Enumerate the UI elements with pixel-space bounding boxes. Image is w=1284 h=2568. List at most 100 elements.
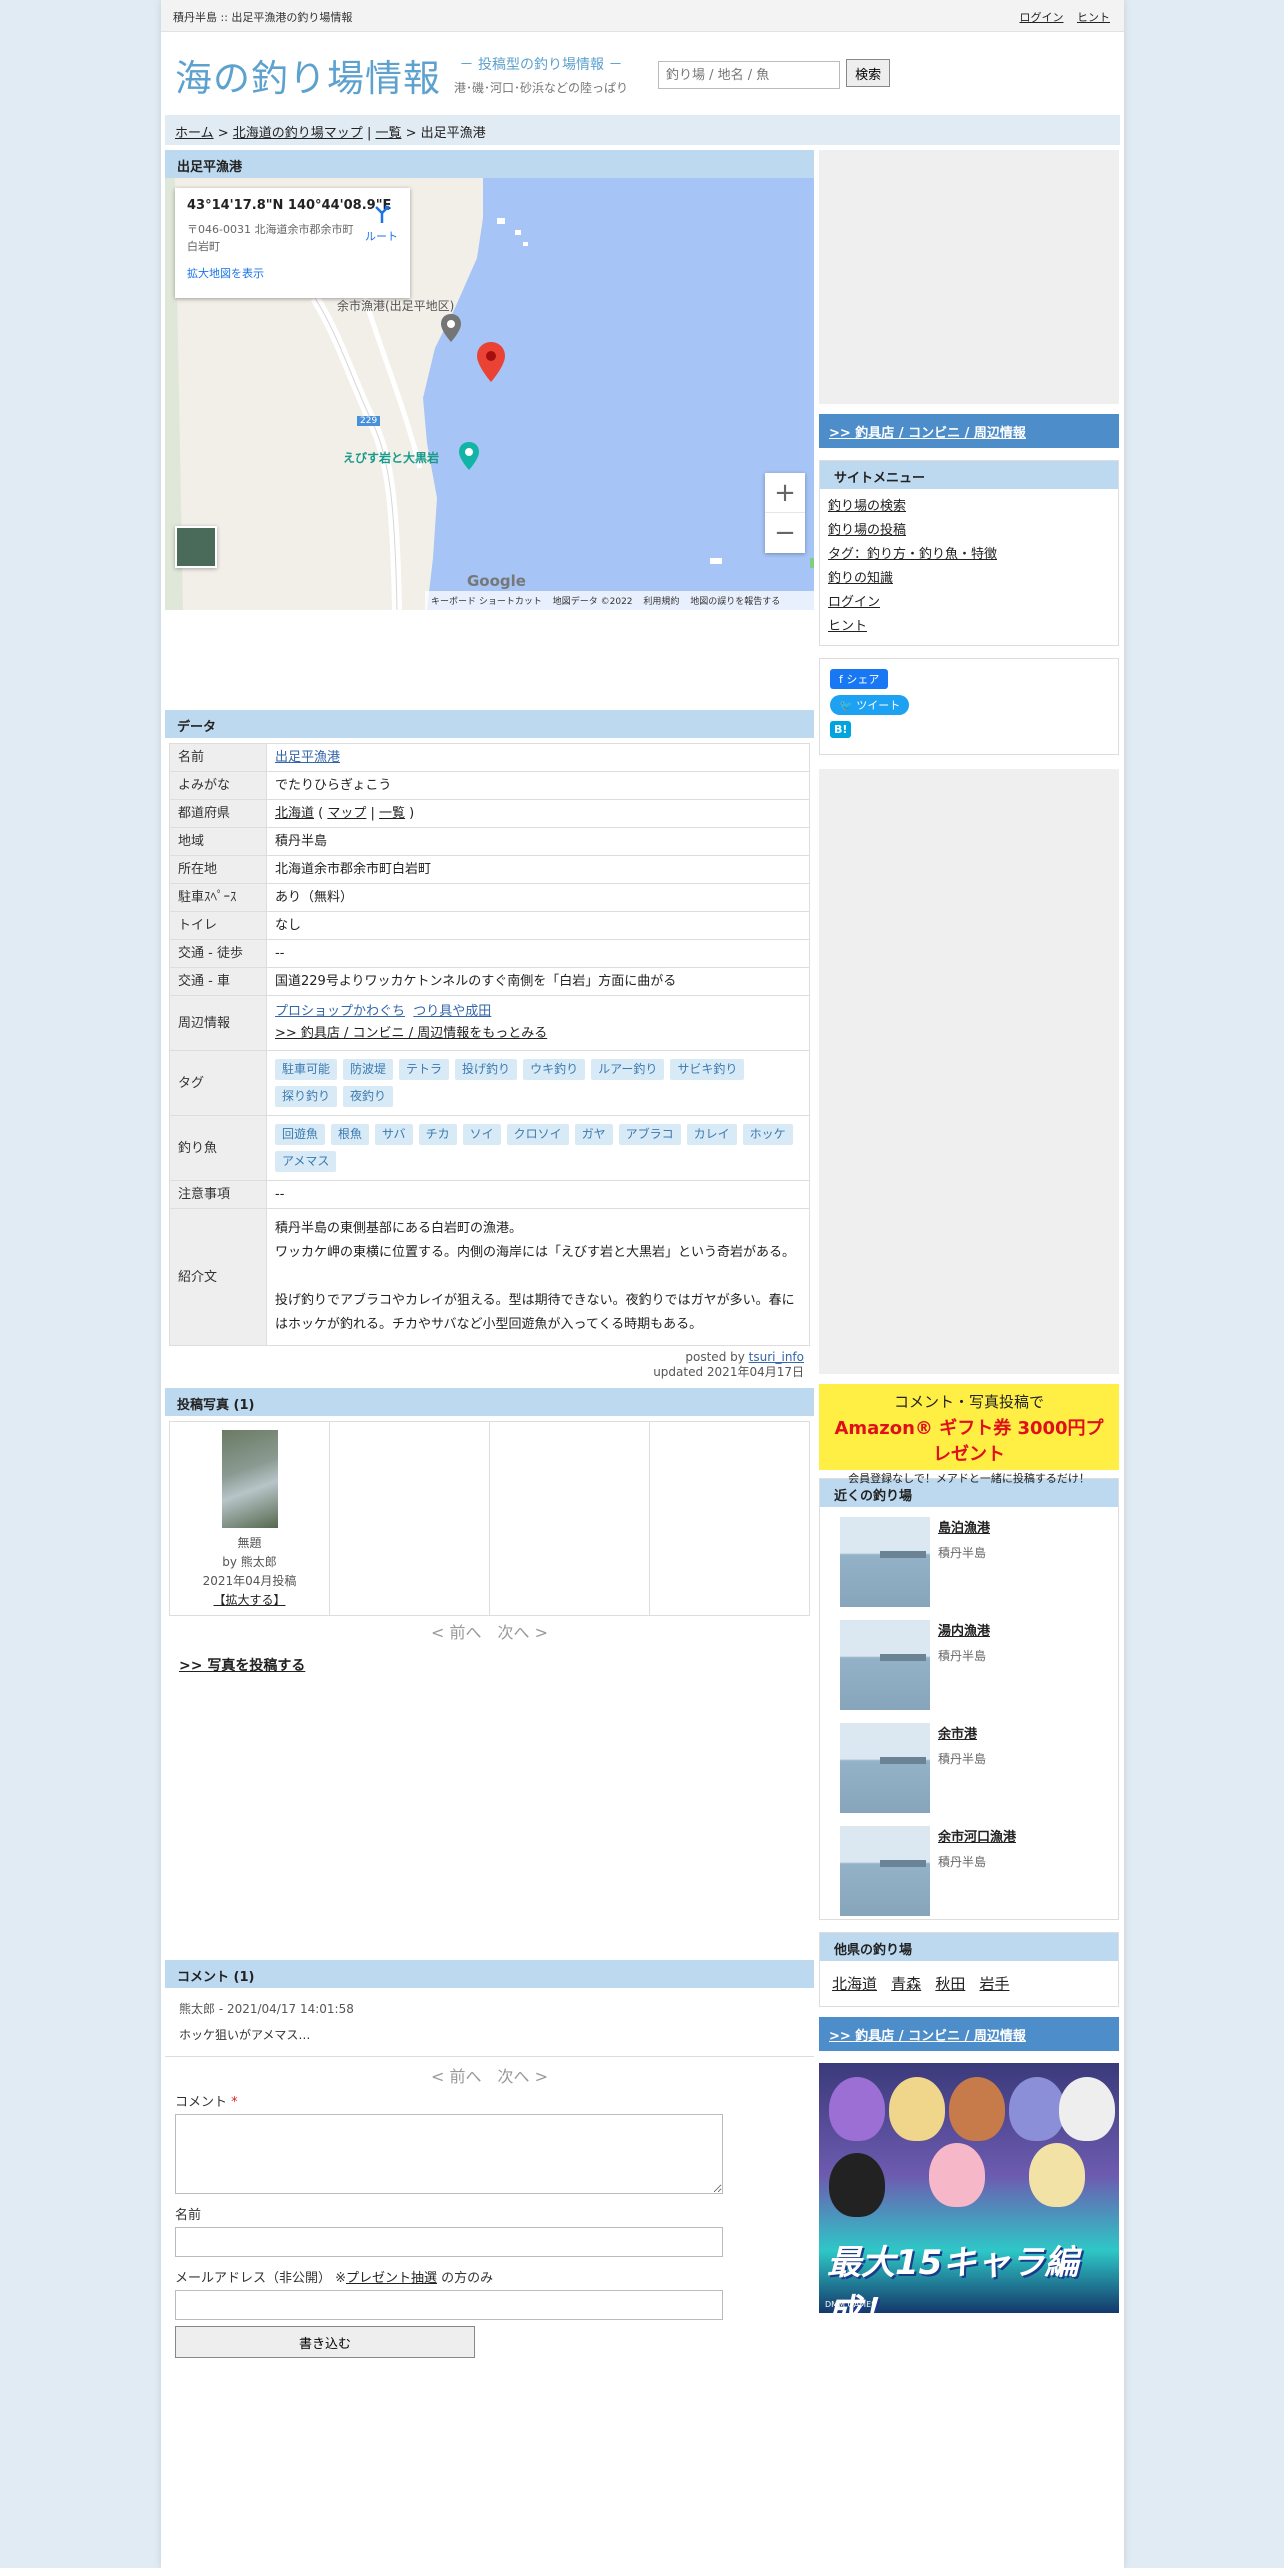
fish-chip[interactable]: ガヤ	[574, 1124, 613, 1145]
menu-item-tags[interactable]: タグ：釣り方・釣り魚・特徴	[828, 543, 1110, 567]
present-lottery-link[interactable]: プレゼント抽選	[346, 2271, 437, 2286]
promo-banner[interactable]: コメント・写真投稿で Amazon® ギフト券 3000円プレゼント 会員登録な…	[819, 1384, 1119, 1485]
email-field[interactable]	[175, 2290, 723, 2320]
map-marker-icon[interactable]	[477, 342, 505, 382]
menu-item-hint[interactable]: ヒント	[828, 615, 1110, 639]
nearby-shop-link[interactable]: プロショップかわぐち	[275, 1004, 405, 1019]
breadcrumb-map[interactable]: 北海道の釣り場マップ	[233, 126, 363, 141]
pref-link-akita[interactable]: 秋田	[935, 1975, 965, 1993]
fish-chip[interactable]: 根魚	[331, 1124, 370, 1145]
list-item: 湯内漁港 積丹半島	[820, 1610, 1118, 1713]
photo-thumbnail[interactable]	[221, 1430, 278, 1528]
nearby-spot-link[interactable]: 余市港	[938, 1723, 986, 1742]
other-prefectures: 他県の釣り場 北海道 青森 秋田 岩手	[819, 1932, 1119, 2007]
hint-link[interactable]: ヒント	[1077, 11, 1110, 24]
fish-chip[interactable]: ソイ	[462, 1124, 501, 1145]
spot-name-link[interactable]: 出足平漁港	[275, 750, 340, 765]
submit-button[interactable]: 書き込む	[175, 2326, 475, 2358]
map-large-link[interactable]: 拡大地図を表示	[187, 265, 398, 281]
tag-chip[interactable]: 投げ釣り	[455, 1059, 518, 1080]
site-menu-heading: サイトメニュー	[820, 461, 1118, 489]
fish-chip[interactable]: カレイ	[686, 1124, 737, 1145]
tag-chip[interactable]: 防波堤	[343, 1059, 394, 1080]
nearby-info-link[interactable]: >> 釣具店 / コンビニ / 周辺情報	[829, 2029, 1026, 2044]
pref-list-link[interactable]: 一覧	[379, 806, 405, 821]
photo-prev-link[interactable]: < 前へ	[431, 1623, 482, 1642]
tag-chip[interactable]: テトラ	[399, 1059, 450, 1080]
fish-chip[interactable]: クロソイ	[506, 1124, 569, 1145]
row-value: でたりひらぎょこう	[266, 771, 810, 800]
pref-link[interactable]: 北海道	[275, 806, 314, 821]
updated-date: updated 2021年04月17日	[653, 1365, 804, 1379]
map-footer-report[interactable]: 地図の誤りを報告する	[690, 597, 780, 607]
table-row: 所在地 北海道余市郡余市町白岩町	[169, 855, 810, 884]
login-link[interactable]: ログイン	[1020, 11, 1064, 24]
spot-data-table: 名前 出足平漁港 よみがな でたりひらぎょこう 都道府県 北海道 ( マップ | 一覧…	[169, 743, 810, 1346]
route-button[interactable]: ルート	[365, 202, 398, 244]
posted-by-user-link[interactable]: tsuri_info	[749, 1350, 804, 1364]
nearby-spot-link[interactable]: 余市河口漁港	[938, 1826, 1016, 1845]
nearby-shop-link[interactable]: つり具や成田	[413, 1004, 491, 1019]
hatena-bookmark-button[interactable]: B!	[830, 721, 852, 738]
spot-thumbnail[interactable]	[840, 1620, 930, 1710]
photo-item-empty	[650, 1422, 809, 1615]
facebook-share-button[interactable]: f シェア	[830, 669, 889, 689]
tag-chip[interactable]: 駐車可能	[275, 1059, 338, 1080]
fish-chip[interactable]: ホッケ	[742, 1124, 793, 1145]
comments-heading: コメント (1)	[165, 1960, 814, 1988]
comment-label: コメント *	[175, 2091, 804, 2110]
nearby-spot-link[interactable]: 湯内漁港	[938, 1620, 990, 1639]
comment-pager: < 前へ 次へ >	[165, 2063, 814, 2087]
map-poi-pin-icon[interactable]	[441, 314, 461, 342]
breadcrumb-home[interactable]: ホーム	[175, 126, 214, 141]
fish-chip[interactable]: 回遊魚	[275, 1124, 326, 1145]
menu-item-knowledge[interactable]: 釣りの知識	[828, 567, 1110, 591]
spot-thumbnail[interactable]	[840, 1826, 930, 1916]
site-logo[interactable]: 海の釣り場情報	[175, 48, 441, 102]
table-row: 駐車ｽﾍﾟｰｽ あり（無料）	[169, 883, 810, 912]
post-photo-link[interactable]: >> 写真を投稿する	[179, 1658, 305, 1674]
spot-thumbnail[interactable]	[840, 1723, 930, 1813]
fish-chip[interactable]: サバ	[375, 1124, 413, 1145]
comment-prev-link[interactable]: < 前へ	[431, 2067, 482, 2086]
photo-next-link[interactable]: 次へ >	[498, 1623, 549, 1642]
comment-next-link[interactable]: 次へ >	[498, 2067, 549, 2086]
tag-chip[interactable]: 夜釣り	[343, 1086, 394, 1107]
search-input[interactable]	[658, 61, 840, 89]
map-zoom-controls: + −	[765, 473, 805, 553]
menu-item-post[interactable]: 釣り場の投稿	[828, 519, 1110, 543]
map[interactable]: 余市漁港(出足平地区) 229 えびす岩と大黒岩 43°14'17.8"N 14…	[165, 178, 814, 610]
tagline-main: － 投稿型の釣り場情報 －	[459, 57, 623, 73]
tag-chip[interactable]: 探り釣り	[275, 1086, 338, 1107]
fish-chip[interactable]: チカ	[418, 1124, 457, 1145]
zoom-out-button[interactable]: −	[765, 513, 805, 553]
zoom-in-button[interactable]: +	[765, 473, 805, 513]
tag-chip[interactable]: ルアー釣り	[591, 1059, 665, 1080]
search-button[interactable]: 検索	[846, 59, 891, 87]
breadcrumb-list[interactable]: 一覧	[375, 126, 401, 141]
pref-link-hokkaido[interactable]: 北海道	[832, 1975, 877, 1993]
fish-chip[interactable]: アブラコ	[618, 1124, 681, 1145]
nearby-info-link[interactable]: >> 釣具店 / コンビニ / 周辺情報	[829, 426, 1026, 441]
map-footer-shortcuts[interactable]: キーボード ショートカット	[431, 597, 542, 607]
game-ad-banner[interactable]: 最大15キャラ編成！ DMM GAMES	[819, 2063, 1119, 2313]
comment-textarea[interactable]	[175, 2114, 723, 2194]
spot-thumbnail[interactable]	[840, 1517, 930, 1607]
photo-enlarge-link[interactable]: 【拡大する】	[213, 1593, 285, 1607]
map-footer-terms[interactable]: 利用規約	[643, 597, 679, 607]
pref-link-aomori[interactable]: 青森	[891, 1975, 921, 1993]
fish-chip[interactable]: アメマス	[275, 1151, 337, 1172]
map-poi-rock-icon[interactable]	[459, 442, 479, 470]
nearby-spot-link[interactable]: 島泊漁港	[938, 1517, 990, 1536]
menu-item-login[interactable]: ログイン	[828, 591, 1110, 615]
menu-item-search[interactable]: 釣り場の検索	[828, 495, 1110, 519]
data-heading: データ	[165, 710, 814, 738]
tag-chip[interactable]: サビキ釣り	[670, 1059, 745, 1080]
pref-link-iwate[interactable]: 岩手	[979, 1975, 1009, 1993]
twitter-share-button[interactable]: 🐦 ツイート	[830, 695, 910, 715]
name-field[interactable]	[175, 2227, 723, 2257]
satellite-toggle[interactable]	[175, 526, 217, 568]
nearby-more-link[interactable]: >> 釣具店 / コンビニ / 周辺情報をもっとみる	[275, 1026, 547, 1041]
pref-map-link[interactable]: マップ	[327, 806, 366, 821]
tag-chip[interactable]: ウキ釣り	[523, 1059, 586, 1080]
